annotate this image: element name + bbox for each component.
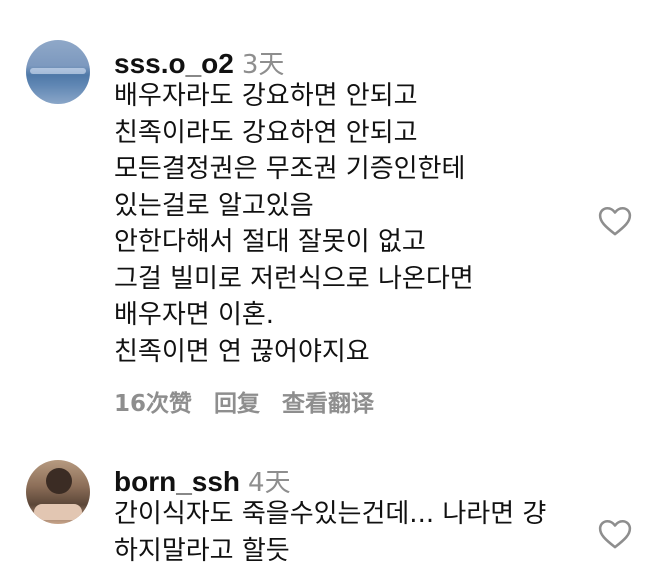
- heart-icon[interactable]: [598, 205, 632, 237]
- comment-text: 간이식자도 죽을수있는건데... 나라면 걍 하지말라고 할듯: [114, 496, 546, 569]
- comment-line: 배우자라도 강요하면 안되고: [114, 81, 418, 111]
- comment-line: 모든결정권은 무조권 기증인한테: [114, 154, 466, 184]
- comment-line: 친족이라도 강요하연 안되고: [114, 117, 418, 148]
- comment-line: 그걸 빌미로 저런식으로 나온다면: [114, 263, 474, 294]
- comment-actions: 16次赞 回复 查看翻译: [114, 384, 396, 418]
- comment-line: 친족이면 연 끊어야지요: [114, 336, 370, 367]
- comment-line: 배우자면 이혼.: [114, 300, 275, 330]
- comment-line: 간이식자도 죽을수있는건데... 나라면 걍: [114, 499, 547, 529]
- comment-line: 안한다해서 절대 잘못이 없고: [114, 227, 426, 257]
- timestamp: 4天: [248, 468, 291, 498]
- avatar[interactable]: [26, 40, 90, 104]
- username[interactable]: sss.o_o2: [114, 48, 234, 79]
- comment-line: 하지말라고 할듯: [114, 535, 290, 566]
- username[interactable]: born_ssh: [114, 466, 240, 497]
- translate-button[interactable]: 查看翻译: [282, 391, 374, 417]
- likes-count[interactable]: 16次赞: [114, 391, 192, 417]
- avatar[interactable]: [26, 460, 90, 524]
- timestamp: 3天: [241, 50, 285, 80]
- comment-header: born_ssh 4天: [114, 462, 291, 499]
- heart-icon[interactable]: [598, 518, 632, 550]
- comment-text: 배우자라도 강요하면 안되고 친족이라도 강요하연 안되고 모든결정권은 무조권…: [114, 78, 474, 370]
- comment-line: 있는걸로 알고있음: [114, 190, 314, 221]
- comment-header: sss.o_o2 3天: [114, 44, 284, 81]
- reply-button[interactable]: 回复: [214, 391, 260, 417]
